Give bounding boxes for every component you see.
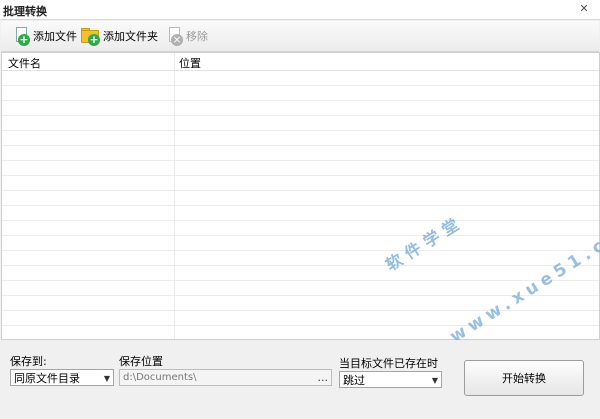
add-file-button[interactable]: + 添加文件: [13, 26, 77, 46]
close-button[interactable]: ✕: [576, 1, 592, 17]
add-file-label: 添加文件: [33, 30, 77, 43]
window-title: 批理转换: [3, 5, 47, 18]
column-header-location[interactable]: 位置: [179, 55, 201, 71]
remove-label: 移除: [186, 30, 208, 43]
start-convert-button[interactable]: 开始转换: [464, 360, 584, 396]
add-folder-label: 添加文件夹: [103, 30, 158, 43]
save-to-value: 同原文件目录: [14, 372, 80, 385]
add-file-icon: +: [13, 27, 31, 46]
save-location-value: d:\Documents\: [123, 372, 197, 383]
chevron-down-icon: ▼: [431, 376, 438, 385]
file-list[interactable]: 文件名 位置: [1, 52, 600, 340]
save-to-select[interactable]: 同原文件目录 ▼: [10, 369, 114, 386]
exists-label: 当目标文件已存在时: [339, 357, 438, 370]
add-folder-icon: +: [81, 27, 101, 46]
column-divider: [174, 53, 175, 339]
save-location-field[interactable]: d:\Documents\ ...: [119, 369, 332, 386]
save-to-label: 保存到:: [10, 355, 47, 368]
add-folder-button[interactable]: + 添加文件夹: [81, 26, 158, 46]
exists-value: 跳过: [343, 374, 365, 387]
list-header: 文件名 位置: [2, 53, 599, 71]
remove-button[interactable]: × 移除: [166, 26, 208, 46]
exists-select[interactable]: 跳过 ▼: [339, 371, 442, 388]
chevron-down-icon: ▼: [103, 374, 110, 383]
save-location-label: 保存位置: [119, 355, 163, 368]
bottom-panel: 保存到: 同原文件目录 ▼ 保存位置 d:\Documents\ ... 当目标…: [1, 340, 599, 419]
browse-button[interactable]: ...: [318, 370, 329, 385]
toolbar: + 添加文件 + 添加文件夹 × 移除: [1, 21, 599, 52]
list-rows: [2, 71, 599, 339]
column-header-filename[interactable]: 文件名: [8, 55, 41, 71]
remove-icon: ×: [166, 27, 184, 46]
title-bar: 批理转换 ✕: [0, 0, 600, 20]
